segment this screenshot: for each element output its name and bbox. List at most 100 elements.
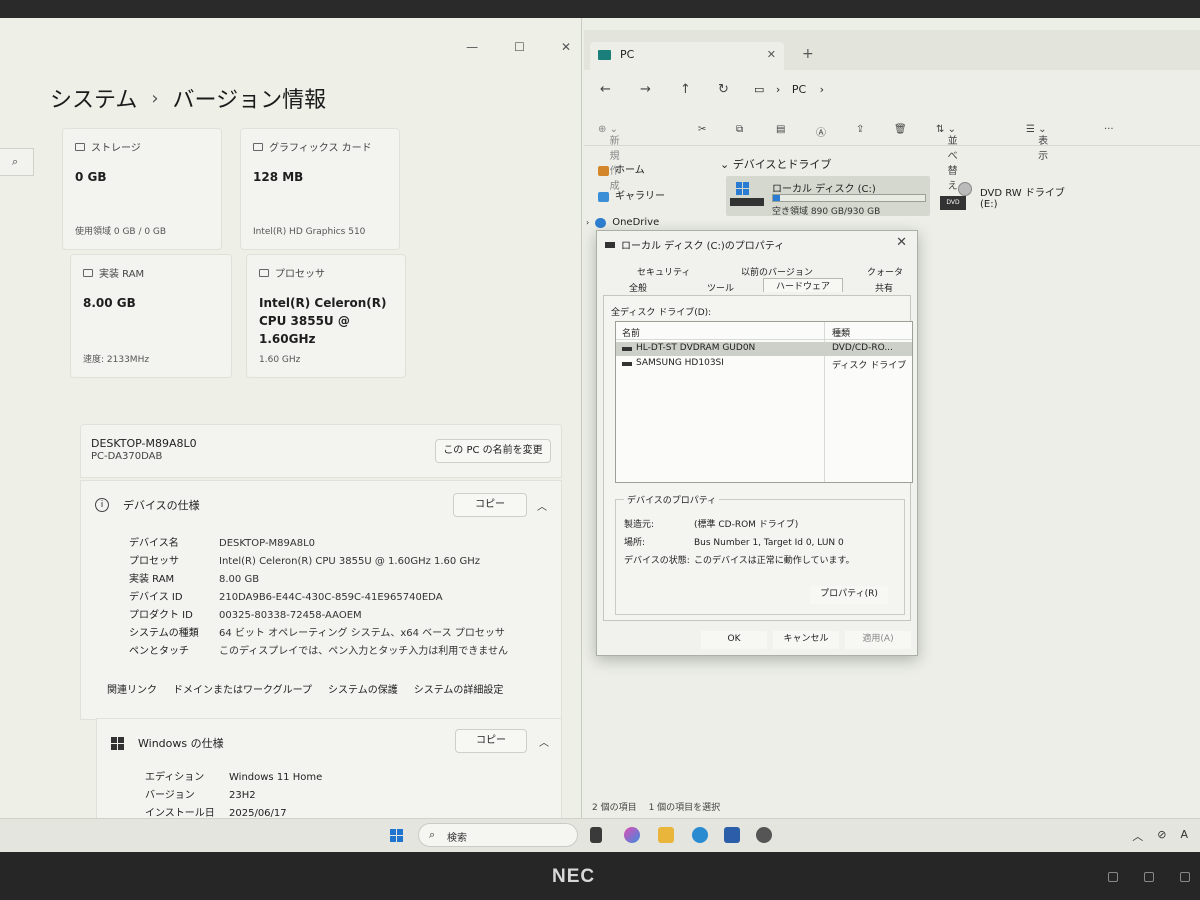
drive-dvd-tile[interactable]: DVD DVD RW ドライブ (E:) — [940, 178, 1080, 218]
nav-item-gallery[interactable]: ギャラリー — [598, 184, 665, 210]
spec-row: プロダクト ID 00325-80338-72458-AAOEM — [129, 607, 508, 625]
ime-icon[interactable]: A — [1180, 828, 1188, 844]
processor-title: プロセッサ — [275, 269, 325, 280]
processor-card: プロセッサ Intel(R) Celeron(R) CPU 3855U @ 1.6… — [246, 254, 406, 378]
settings-gear-icon[interactable] — [756, 827, 772, 843]
refresh-icon[interactable]: ↻ — [718, 82, 729, 97]
list-header: 名前 種類 — [616, 322, 912, 482]
cut-icon[interactable]: ✂ — [698, 124, 706, 135]
spec-value: このディスプレイでは、ペン入力とタッチ入力は利用できません — [219, 646, 508, 657]
storage-icon — [75, 142, 85, 151]
copy-icon[interactable]: ⧉ — [736, 124, 743, 135]
chevron-up-icon[interactable]: ︿ — [1132, 828, 1143, 844]
chevron-up-icon[interactable]: ︿ — [537, 498, 547, 513]
pc-icon — [598, 50, 611, 60]
navigation-pane: ホーム ギャラリー › OneDrive — [586, 158, 665, 236]
share-icon[interactable]: ⇪ — [856, 124, 864, 135]
view-button[interactable]: ☰ 表示 ⌄ — [1026, 124, 1048, 162]
tab-security[interactable]: セキュリティ — [637, 265, 690, 278]
device-spec-copy-button[interactable]: コピー — [453, 493, 527, 517]
minimize-icon[interactable]: — — [466, 40, 478, 54]
storage-sub: 使用領域 0 GB / 0 GB — [75, 227, 167, 237]
address-bar[interactable]: ▭ › PC › — [754, 78, 1194, 102]
rename-pc-button[interactable]: この PC の名前を変更 — [435, 439, 551, 463]
tab-hardware[interactable]: ハードウェア — [763, 278, 844, 292]
dialog-close-icon[interactable]: ✕ — [896, 235, 907, 250]
drive-c-usage-bar — [772, 194, 926, 202]
spec-row: デバイス ID 210DA9B6-E44C-430C-859C-41E965740… — [129, 589, 508, 607]
monitor-icon: ▭ — [754, 83, 765, 96]
tab-quota[interactable]: クォータ — [867, 265, 903, 278]
drive-c-free: 空き領域 890 GB/930 GB — [772, 207, 881, 217]
spec-value: 00325-80338-72458-AAOEM — [219, 610, 362, 621]
monitor-button[interactable] — [1144, 872, 1154, 882]
devices-section-header[interactable]: ⌄ デバイスとドライブ — [720, 156, 831, 172]
explorer-tab[interactable]: PC ✕ — [590, 42, 784, 70]
up-icon[interactable]: ↑ — [680, 82, 691, 97]
paste-icon[interactable]: ▤ — [776, 124, 785, 135]
column-name[interactable]: 名前 — [622, 326, 640, 339]
monitor-button[interactable] — [1108, 872, 1118, 882]
edge-icon[interactable] — [692, 827, 708, 843]
tab-general[interactable]: 全般 — [629, 281, 647, 294]
drive-c-tile[interactable]: ローカル ディスク (C:) 空き領域 890 GB/930 GB — [726, 176, 930, 217]
more-icon[interactable]: ··· — [1104, 124, 1114, 135]
spec-row: バージョン 23H2 — [145, 787, 322, 805]
taskbar-search[interactable]: ⌕ 検索 — [418, 823, 578, 847]
settings-window: — ☐ ✕ システム › バージョン情報 ⌕ ストレージ 0 GB 使用領域 0… — [0, 18, 582, 837]
sort-button[interactable]: ⇅ 並べ替え ⌄ — [936, 124, 958, 192]
tab-previous-versions[interactable]: 以前のバージョン — [741, 265, 813, 278]
link-domain-workgroup[interactable]: ドメインまたはワークグループ — [173, 681, 312, 696]
back-icon[interactable]: ← — [600, 82, 611, 97]
windows-spec-copy-button[interactable]: コピー — [455, 729, 527, 753]
chevron-up-icon[interactable]: ︿ — [539, 734, 549, 749]
cancel-button[interactable]: キャンセル — [773, 631, 839, 649]
expand-icon[interactable]: › — [586, 210, 589, 236]
close-icon[interactable]: ✕ — [561, 40, 571, 54]
address-chevron-icon: › — [775, 83, 781, 96]
hdd-device-icon — [622, 362, 632, 366]
dvd-device-icon — [622, 347, 632, 351]
explorer-toolbar: ⊕ 新規作成 ⌄ ✂ ⧉ ▤ Ⓐ ⇪ 🗑 ⇅ 並べ替え ⌄ ☰ 表示 ⌄ ··· — [584, 116, 1200, 192]
breadcrumb-parent[interactable]: システム — [50, 82, 137, 114]
file-explorer-icon[interactable] — [658, 827, 674, 843]
link-system-protection[interactable]: システムの保護 — [328, 681, 398, 696]
related-links: 関連リンク ドメインまたはワークグループ システムの保護 システムの詳細設定 — [107, 681, 503, 696]
spec-key: 実装 RAM — [129, 574, 175, 585]
copilot-icon[interactable] — [624, 827, 640, 843]
forward-icon[interactable]: → — [640, 82, 651, 97]
new-button[interactable]: ⊕ 新規作成 ⌄ — [598, 124, 620, 192]
apply-button[interactable]: 適用(A) — [845, 631, 911, 649]
store-icon[interactable] — [724, 827, 740, 843]
storage-value: 0 GB — [75, 170, 107, 184]
list-item[interactable]: SAMSUNG HD103SI ディスク ドライブ — [616, 357, 912, 371]
disk-drive-list[interactable]: 名前 種類 HL-DT-ST DVDRAM GUD0N DVD/CD-RO...… — [615, 321, 913, 483]
start-icon[interactable] — [390, 829, 403, 842]
maximize-icon[interactable]: ☐ — [514, 40, 525, 54]
list-item[interactable]: HL-DT-ST DVDRAM GUD0N DVD/CD-RO... — [616, 342, 912, 356]
link-advanced-settings[interactable]: システムの詳細設定 — [414, 681, 504, 696]
tab-sharing[interactable]: 共有 — [875, 281, 893, 294]
delete-icon[interactable]: 🗑 — [894, 124, 907, 135]
network-icon[interactable]: ⊘ — [1157, 828, 1166, 844]
status-selected-count: 1 個の項目を選択 — [648, 803, 721, 813]
nav-item-home[interactable]: ホーム — [598, 158, 665, 184]
close-tab-icon[interactable]: ✕ — [767, 48, 776, 61]
device-properties-rows: 製造元: (標準 CD-ROM ドライブ) 場所: Bus Number 1, Tar… — [624, 516, 855, 570]
column-type[interactable]: 種類 — [832, 326, 850, 339]
new-tab-icon[interactable]: + — [802, 46, 814, 62]
disk-icon — [605, 241, 615, 248]
devices-section-title: デバイスとドライブ — [732, 158, 832, 171]
monitor-button[interactable] — [1180, 872, 1190, 882]
task-view-icon[interactable] — [590, 827, 602, 843]
search-icon[interactable]: ⌕ — [0, 148, 34, 176]
rename-icon[interactable]: Ⓐ — [816, 124, 826, 139]
tab-tools[interactable]: ツール — [707, 281, 734, 294]
drive-c-label: ローカル ディスク (C:) — [772, 184, 876, 195]
device-properties-button[interactable]: プロパティ(R) — [810, 586, 888, 604]
ok-button[interactable]: OK — [701, 631, 767, 649]
windows-logo-icon — [111, 736, 124, 750]
device-properties-title: デバイスのプロパティ — [624, 493, 720, 506]
spec-row: 実装 RAM 8.00 GB — [129, 571, 508, 589]
explorer-tabbar: PC ✕ + — [584, 30, 1200, 70]
